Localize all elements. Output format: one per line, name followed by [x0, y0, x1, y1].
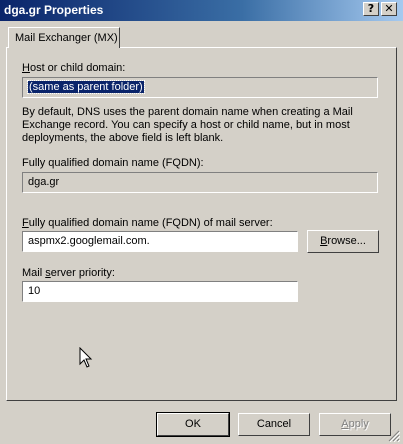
ok-button[interactable]: OK: [156, 412, 230, 437]
description-text: By default, DNS uses the parent domain n…: [22, 106, 353, 144]
host-value: (same as parent folder): [27, 80, 145, 94]
host-field[interactable]: (same as parent folder): [22, 77, 378, 98]
help-icon: ?: [367, 2, 375, 15]
mouse-pointer-icon: [79, 347, 93, 368]
close-icon: ✕: [384, 2, 394, 15]
browse-button[interactable]: Browse...: [307, 230, 379, 253]
cancel-button[interactable]: Cancel: [238, 413, 310, 436]
mail-server-label: Fully qualified domain name (FQDN) of ma…: [22, 217, 273, 229]
priority-label: Mail server priority:: [22, 267, 115, 279]
fqdn-value: dga.gr: [28, 176, 60, 188]
tab-mail-exchanger[interactable]: Mail Exchanger (MX): [8, 27, 120, 48]
resize-grip-icon[interactable]: [388, 430, 400, 442]
priority-input[interactable]: 10: [22, 281, 298, 302]
apply-button[interactable]: Apply: [319, 413, 391, 436]
mail-server-input[interactable]: aspmx2.googlemail.com.: [22, 231, 298, 252]
title-bar[interactable]: dga.gr Properties ? ✕: [0, 0, 403, 21]
host-label: Host or child domain:: [22, 62, 126, 74]
mail-server-value: aspmx2.googlemail.com.: [28, 235, 150, 247]
fqdn-field: dga.gr: [22, 172, 378, 193]
help-button[interactable]: ?: [363, 2, 379, 16]
close-button[interactable]: ✕: [381, 2, 397, 16]
window-title: dga.gr Properties: [4, 3, 104, 17]
tab-label: Mail Exchanger (MX): [15, 32, 118, 44]
fqdn-label: Fully qualified domain name (FQDN):: [22, 157, 204, 169]
priority-value: 10: [28, 285, 41, 297]
